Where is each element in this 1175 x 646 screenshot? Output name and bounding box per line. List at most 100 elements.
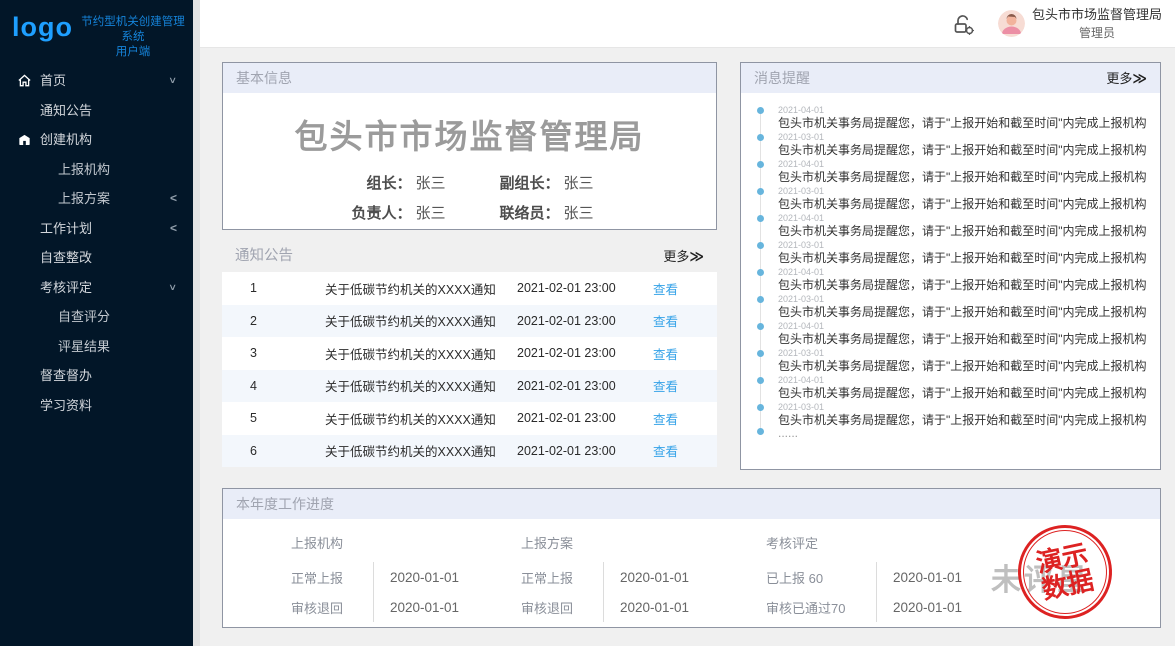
- user-role: 管理员: [1079, 26, 1115, 40]
- basic-info-header: 基本信息: [223, 63, 716, 93]
- info-field: 负责人：张三: [345, 202, 445, 223]
- notice-index: 2: [250, 314, 325, 328]
- messages-title: 消息提醒: [754, 63, 810, 93]
- basic-info-card: 基本信息 包头市市场监督管理局 组长：张三副组长：张三负责人：张三联络员：张三: [222, 62, 717, 230]
- sidebar-item-assessment[interactable]: 考核评定∨: [0, 273, 193, 303]
- messages-more-link[interactable]: 更多≫: [1106, 63, 1147, 94]
- timeline-date: 2021-03-01: [778, 132, 1148, 142]
- progress-row-label: 正常上报: [291, 568, 367, 587]
- sidebar-item-label: 评星结果: [58, 339, 110, 354]
- sidebar-item-notice[interactable]: 通知公告: [0, 96, 193, 126]
- user-text: 包头市市场监督管理局 管理员: [1032, 6, 1162, 42]
- progress-row-value: 2020-01-01: [893, 570, 962, 585]
- timeline-date: 2021-04-01: [778, 159, 1148, 169]
- building-icon: [17, 132, 32, 147]
- system-title: 节约型机关创建管理系统 用户端: [81, 12, 185, 60]
- timeline-text: 包头市机关事务局提醒您，请于"上报开始和截至时间"内完成上报机构: [778, 305, 1148, 320]
- sidebar-item-report-plan[interactable]: 上报方案 <: [0, 184, 193, 214]
- top-header: 包头市市场监督管理局 管理员: [200, 0, 1175, 48]
- notices-more-link[interactable]: 更多≫: [663, 240, 704, 272]
- timeline-dot-icon: [757, 215, 764, 222]
- timeline-item: 2021-04-01包头市机关事务局提醒您，请于"上报开始和截至时间"内完成上报…: [757, 105, 1148, 132]
- sidebar-item-study-material[interactable]: 学习资料: [0, 391, 193, 421]
- unlock-settings-icon[interactable]: [950, 11, 976, 37]
- notice-index: 5: [250, 411, 325, 425]
- info-field: 组长：张三: [345, 172, 445, 193]
- timeline-text: 包头市机关事务局提醒您，请于"上报开始和截至时间"内完成上报机构: [778, 197, 1148, 212]
- chevron-left-icon: <: [170, 184, 177, 214]
- basic-info-title: 基本信息: [236, 63, 292, 93]
- sidebar-scrollbar[interactable]: [193, 0, 200, 646]
- info-field: 联络员：张三: [494, 202, 594, 223]
- timeline-text: ......: [778, 426, 1148, 441]
- sidebar-item-label: 首页: [40, 73, 66, 88]
- notice-view-link[interactable]: 查看: [653, 409, 678, 428]
- progress-row-value: 2020-01-01: [390, 570, 459, 585]
- notice-row: 5关于低碳节约机关的XXXX通知2021-02-01 23:00查看: [222, 402, 717, 435]
- timeline-date: 2021-04-01: [778, 213, 1148, 223]
- app-root: logo 节约型机关创建管理系统 用户端 首页∨通知公告创建机构上报机构上报方案…: [0, 0, 1175, 646]
- sidebar-item-create-org[interactable]: 创建机构: [0, 125, 193, 155]
- notices-title: 通知公告: [235, 240, 293, 272]
- notice-view-link[interactable]: 查看: [653, 311, 678, 330]
- sidebar-menu: 首页∨ 通知公告创建机构上报机构上报方案 <工作计划<自查整改考核评定∨自查评分评星…: [0, 58, 193, 420]
- notice-view-link[interactable]: 查看: [653, 376, 678, 395]
- logo: logo: [12, 12, 73, 42]
- sidebar-item-report-org[interactable]: 上报机构: [0, 155, 193, 185]
- timeline-item: 2021-03-01包头市机关事务局提醒您，请于"上报开始和截至时间"内完成上报…: [757, 186, 1148, 213]
- user-menu[interactable]: 包头市市场监督管理局 管理员: [998, 6, 1162, 42]
- timeline-date: 2021-04-01: [778, 105, 1148, 115]
- sidebar-item-work-plan[interactable]: 工作计划<: [0, 214, 193, 244]
- notice-time: 2021-02-01 23:00: [517, 346, 653, 360]
- notice-title: 关于低碳节约机关的XXXX通知: [325, 409, 517, 428]
- info-field-value: 张三: [564, 172, 594, 193]
- sidebar-item-label: 通知公告: [40, 103, 92, 118]
- timeline-item: 2021-03-01包头市机关事务局提醒您，请于"上报开始和截至时间"内完成上报…: [757, 240, 1148, 267]
- sidebar-item-self-score[interactable]: 自查评分: [0, 302, 193, 332]
- sidebar-item-label: 考核评定: [40, 280, 92, 295]
- timeline-date: 2021-03-01: [778, 240, 1148, 250]
- notices-header: 通知公告 更多≫: [222, 240, 717, 272]
- timeline-dot-icon: [757, 269, 764, 276]
- info-field-label: 组长：: [345, 172, 411, 193]
- notice-index: 1: [250, 281, 325, 295]
- timeline-item: 2021-03-01包头市机关事务局提醒您，请于"上报开始和截至时间"内完成上报…: [757, 294, 1148, 321]
- timeline-text: 包头市机关事务局提醒您，请于"上报开始和截至时间"内完成上报机构: [778, 332, 1148, 347]
- timeline-dot-icon: [757, 134, 764, 141]
- notice-row: 1关于低碳节约机关的XXXX通知2021-02-01 23:00查看: [222, 272, 717, 305]
- sidebar-item-star-result[interactable]: 评星结果: [0, 332, 193, 362]
- progress-row: 审核退回2020-01-01: [521, 592, 766, 622]
- info-field-value: 张三: [415, 172, 445, 193]
- timeline-item: 2021-03-01包头市机关事务局提醒您，请于"上报开始和截至时间"内完成上报…: [757, 348, 1148, 375]
- sidebar-item-label: 上报方案: [58, 191, 110, 206]
- sidebar-item-home[interactable]: 首页∨: [0, 66, 193, 96]
- notice-row: 4关于低碳节约机关的XXXX通知2021-02-01 23:00查看: [222, 370, 717, 403]
- timeline-item-ellipsis: ......: [757, 426, 1148, 444]
- basic-info-fields: 组长：张三副组长：张三负责人：张三联络员：张三: [223, 172, 716, 223]
- progress-row-label: 审核退回: [291, 598, 367, 617]
- timeline-date: 2021-04-01: [778, 267, 1148, 277]
- timeline-dot-icon: [757, 377, 764, 384]
- notice-row: 6关于低碳节约机关的XXXX通知2021-02-01 23:00查看: [222, 435, 717, 468]
- timeline-item: 2021-03-01包头市机关事务局提醒您，请于"上报开始和截至时间"内完成上报…: [757, 402, 1148, 429]
- notice-view-link[interactable]: 查看: [653, 344, 678, 363]
- messages-header: 消息提醒 更多≫: [741, 63, 1160, 93]
- progress-row-divider: [603, 562, 604, 592]
- timeline-date: 2021-03-01: [778, 348, 1148, 358]
- system-title-line2: 用户端: [116, 46, 151, 58]
- sidebar-item-self-check[interactable]: 自查整改: [0, 243, 193, 273]
- timeline-date: 2021-03-01: [778, 294, 1148, 304]
- notice-view-link[interactable]: 查看: [653, 279, 678, 298]
- info-field-value: 张三: [415, 202, 445, 223]
- notices-card: 通知公告 更多≫ 1关于低碳节约机关的XXXX通知2021-02-01 23:0…: [222, 240, 717, 467]
- timeline-item: 2021-04-01包头市机关事务局提醒您，请于"上报开始和截至时间"内完成上报…: [757, 267, 1148, 294]
- timeline-dot-icon: [757, 161, 764, 168]
- notice-time: 2021-02-01 23:00: [517, 281, 653, 295]
- sidebar-item-supervision[interactable]: 督查督办: [0, 361, 193, 391]
- progress-header: 本年度工作进度: [223, 489, 1160, 519]
- progress-row: 审核退回2020-01-01: [291, 592, 521, 622]
- system-title-line1: 节约型机关创建管理系统: [81, 16, 185, 43]
- notice-time: 2021-02-01 23:00: [517, 411, 653, 425]
- timeline-dot-icon: [757, 188, 764, 195]
- notice-view-link[interactable]: 查看: [653, 441, 678, 460]
